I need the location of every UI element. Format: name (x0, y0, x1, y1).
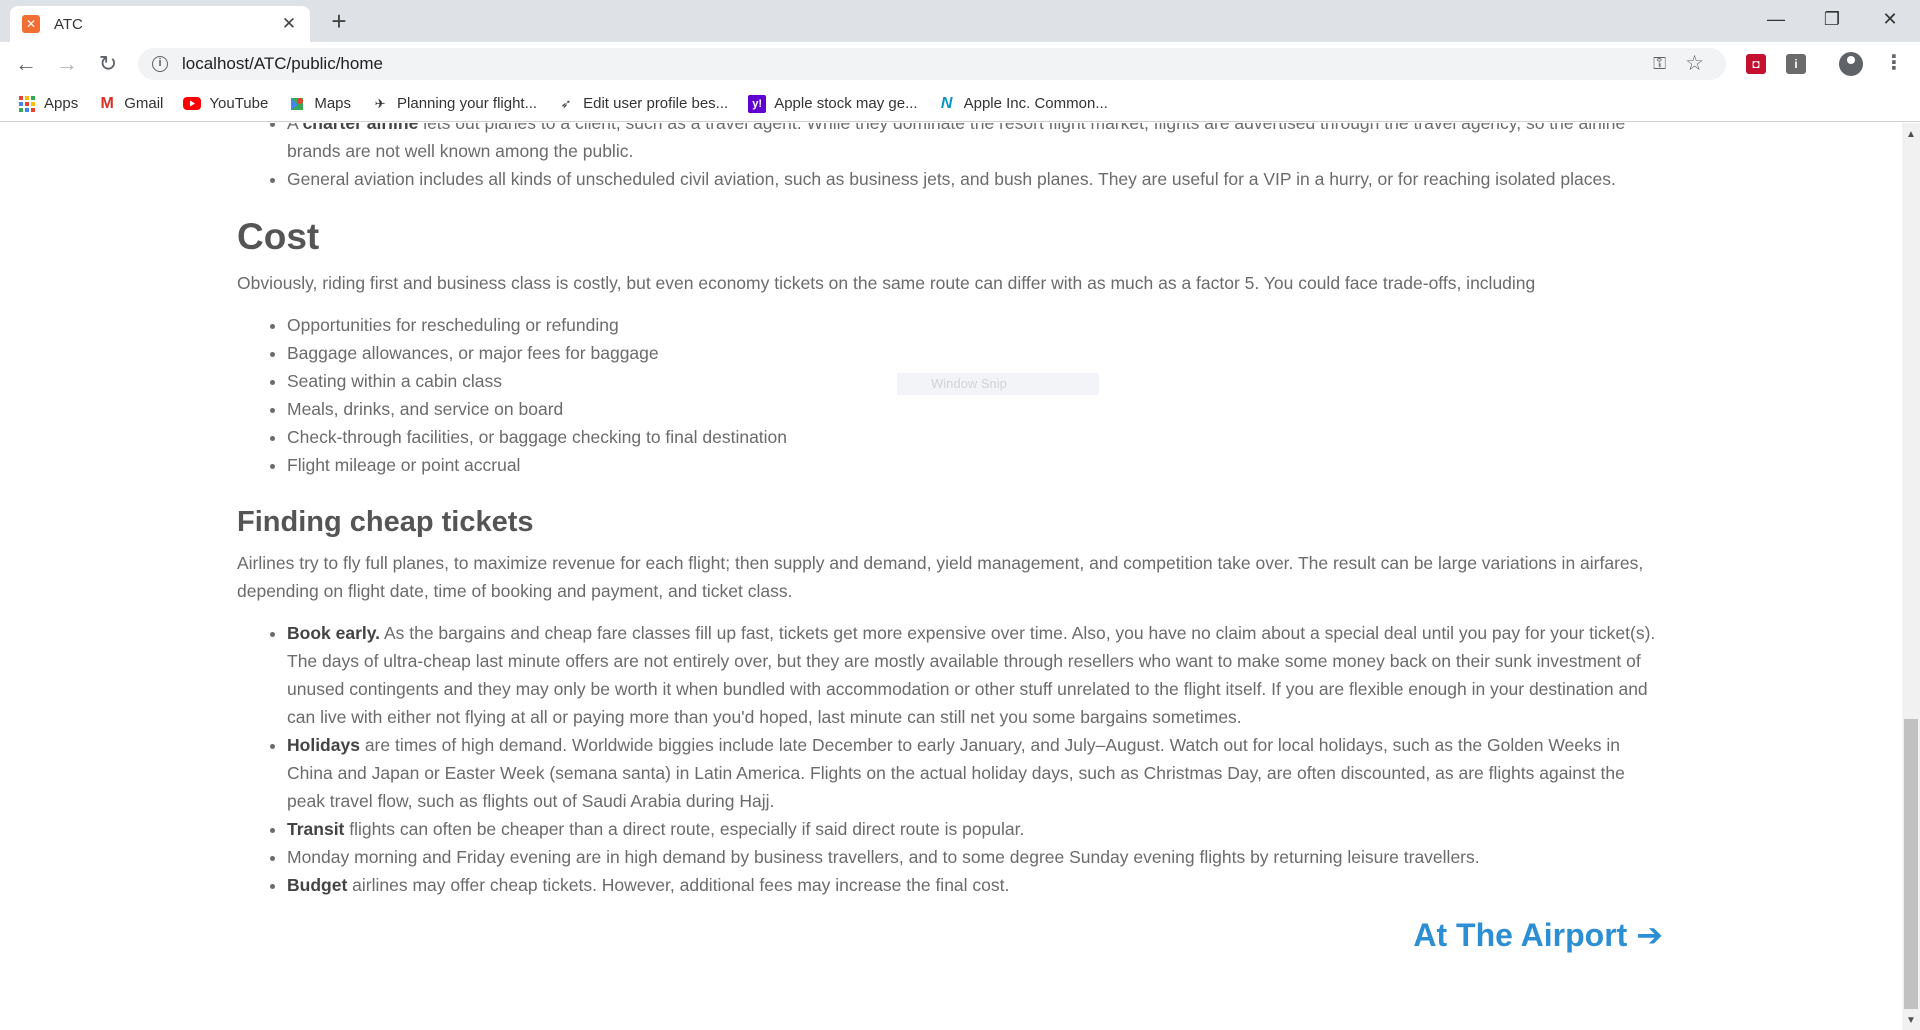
nasdaq-icon: N (940, 94, 953, 112)
list-item: Monday morning and Friday evening are in… (287, 843, 1663, 871)
bookmark-edit-profile[interactable]: ➶ Edit user profile bes... (557, 95, 729, 113)
bookmark-apps[interactable]: Apps (18, 95, 78, 113)
tab-title: ATC (54, 15, 83, 33)
page-viewport: A charter airline lets out planes to a c… (0, 123, 1902, 1030)
window-snip-overlay: Window Snip (897, 373, 1099, 395)
key-icon[interactable]: ⚿ (1653, 54, 1666, 74)
browser-toolbar: ← → ↻ i localhost/ATC/public/home ⚿ ☆ ◘ … (0, 42, 1920, 86)
list-item: Book early. As the bargains and cheap fa… (287, 619, 1663, 731)
tab-strip: ✕ ATC ✕ + — ❐ ✕ (0, 0, 1920, 42)
browser-tab[interactable]: ✕ ATC ✕ (10, 6, 310, 42)
vertical-scrollbar[interactable]: ▲ ▼ (1902, 123, 1920, 1030)
bookmark-label: Apps (44, 95, 79, 112)
bookmark-maps[interactable]: Maps (288, 95, 351, 113)
bookmark-label: YouTube (209, 95, 269, 112)
info-extension-icon[interactable]: i (1786, 54, 1806, 74)
list-item: Budget airlines may offer cheap tickets.… (287, 871, 1663, 899)
back-arrow-icon[interactable]: ← (12, 50, 40, 78)
article-content: A charter airline lets out planes to a c… (237, 123, 1663, 991)
cost-heading: Cost (237, 216, 320, 257)
bookmark-label: Planning your flight... (397, 95, 538, 112)
next-link-row: At The Airport ➔ (237, 919, 1663, 991)
youtube-icon (183, 95, 202, 113)
list-item: Holidays are times of high demand. World… (287, 731, 1663, 815)
at-the-airport-link[interactable]: At The Airport ➔ (1413, 919, 1663, 951)
yahoo-icon: y! (748, 94, 767, 113)
list-item: Check-through facilities, or baggage che… (287, 423, 1663, 451)
reload-icon[interactable]: ↻ (94, 50, 122, 78)
list-item: A charter airline lets out planes to a c… (287, 123, 1663, 165)
cost-list: Opportunities for rescheduling or refund… (237, 311, 1663, 479)
scroll-down-icon[interactable]: ▼ (1906, 1015, 1916, 1026)
pocket-extension-icon[interactable]: ◘ (1746, 54, 1766, 74)
site-info-icon[interactable]: i (152, 56, 168, 72)
cheap-tickets-paragraph: Airlines try to fly full planes, to maxi… (237, 553, 1644, 601)
list-item: Baggage allowances, or major fees for ba… (287, 339, 1663, 367)
restore-button[interactable]: ❐ (1804, 0, 1860, 40)
bookmark-planning-flight[interactable]: ✈ Planning your flight... (371, 95, 538, 113)
close-tab-icon[interactable]: ✕ (280, 14, 298, 34)
bookmark-star-icon[interactable]: ☆ (1685, 51, 1704, 76)
arrow-right-icon: ➔ (1636, 917, 1663, 953)
list-item: Opportunities for rescheduling or refund… (287, 311, 1663, 339)
cost-paragraph: Obviously, riding first and business cla… (237, 273, 1536, 293)
new-tab-button[interactable]: + (325, 7, 353, 35)
bookmark-label: Apple stock may ge... (774, 95, 918, 112)
maps-icon (288, 95, 306, 113)
minimize-button[interactable]: — (1748, 0, 1804, 40)
list-item: Flight mileage or point accrual (287, 451, 1663, 479)
forward-arrow-icon[interactable]: → (53, 50, 81, 78)
browser-menu-icon[interactable]: ⋮ (1884, 50, 1904, 75)
list-item: General aviation includes all kinds of u… (287, 165, 1663, 193)
list-item: Transit flights can often be cheaper tha… (287, 815, 1663, 843)
xampp-icon: ✕ (22, 15, 40, 33)
bookmark-apple-stock[interactable]: y! Apple stock may ge... (748, 94, 918, 113)
bookmark-label: Edit user profile bes... (583, 95, 729, 112)
gmail-icon: M (100, 94, 114, 112)
apps-grid-icon (18, 95, 36, 113)
close-window-button[interactable]: ✕ (1862, 0, 1918, 40)
paper-plane-icon: ➶ (560, 95, 572, 111)
scrollbar-thumb[interactable] (1904, 719, 1918, 1009)
address-bar[interactable]: i localhost/ATC/public/home ⚿ ☆ (138, 48, 1726, 80)
cheap-tickets-heading: Finding cheap tickets (237, 506, 534, 538)
bookmarks-bar: Apps M Gmail YouTube Maps ✈ Planning you… (0, 86, 1920, 122)
bookmark-label: Maps (314, 95, 352, 112)
bookmark-label: Gmail (124, 95, 164, 112)
flight-icon: ✈ (374, 95, 386, 111)
scroll-up-icon[interactable]: ▲ (1906, 129, 1916, 140)
bookmark-label: Apple Inc. Common... (963, 95, 1108, 112)
list-item: Meals, drinks, and service on board (287, 395, 1663, 423)
intro-list: A charter airline lets out planes to a c… (237, 123, 1663, 193)
next-link-label: At The Airport (1413, 917, 1628, 953)
bookmark-youtube[interactable]: YouTube (183, 95, 268, 113)
profile-avatar-icon[interactable] (1839, 52, 1863, 76)
url-text: localhost/ATC/public/home (182, 54, 383, 73)
cheap-tickets-list: Book early. As the bargains and cheap fa… (237, 619, 1663, 899)
bookmark-apple-common[interactable]: N Apple Inc. Common... (938, 95, 1108, 113)
bookmark-gmail[interactable]: M Gmail (98, 94, 164, 113)
